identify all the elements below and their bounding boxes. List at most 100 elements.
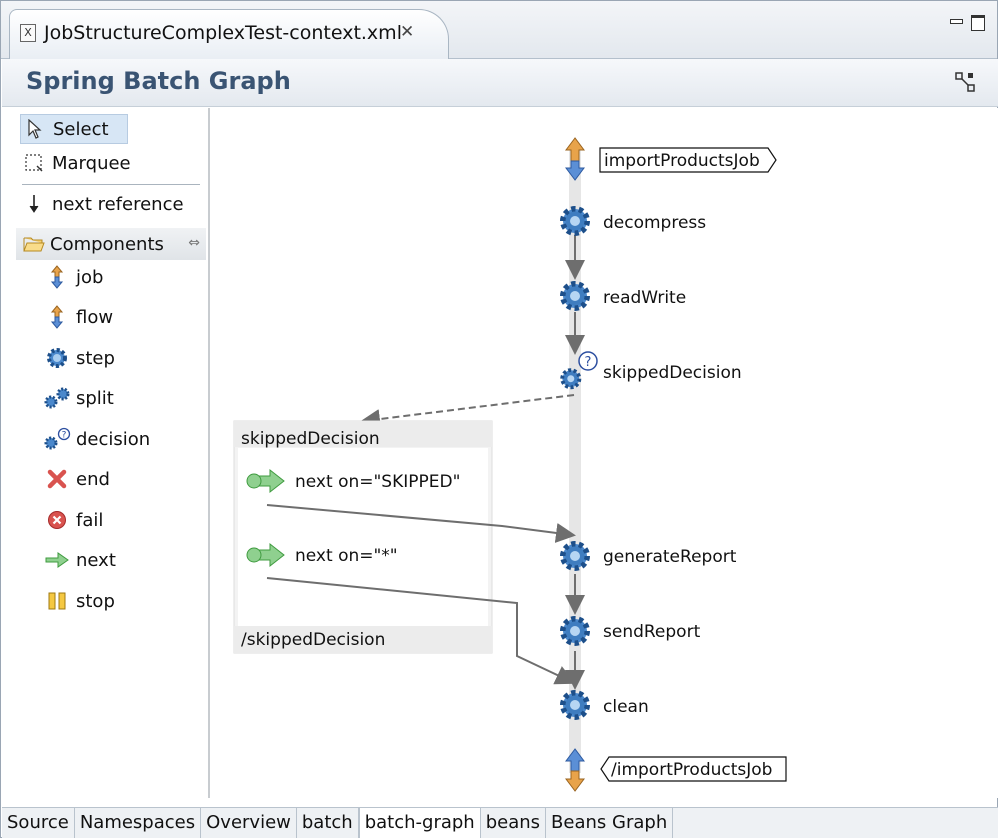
step-label: clean [603,697,649,717]
component-step[interactable]: step [42,343,115,373]
component-next[interactable]: next [42,545,116,575]
step-gear-icon [563,209,587,233]
split-gears-icon [42,384,72,412]
job-start-label: importProductsJob [604,151,760,171]
maximize-icon[interactable] [971,15,985,31]
component-fail-label: fail [76,509,104,531]
job-end-icon [565,748,585,772]
step-gear-icon [42,344,72,372]
tab-batch[interactable]: batch [296,808,359,838]
page-header: Spring Batch Graph [2,59,998,107]
step-node-generatereport[interactable]: generateReport [563,544,737,568]
decision-box-footer-label: /skippedDecision [241,630,385,650]
graph-svg: skippedDecision /skippedDecision next on… [233,137,787,792]
next-node-dot [246,473,262,489]
step-label: generateReport [603,547,737,567]
decision-box[interactable]: skippedDecision /skippedDecision next on… [233,420,493,654]
minimize-icon[interactable] [949,15,963,29]
editor-tab[interactable]: X JobStructureComplexTest-context.xml ✕ [9,9,449,59]
component-job[interactable]: job [42,262,103,292]
palette-separator [22,184,200,185]
step-node-readwrite[interactable]: readWrite [563,284,686,308]
decision-node-skippeddecision[interactable]: ? skippedDecision [562,351,742,387]
job-start-node[interactable]: importProductsJob [565,137,777,181]
tab-batch-graph[interactable]: batch-graph [358,808,481,838]
editor-tab-bar: X JobStructureComplexTest-context.xml ✕ [1,1,997,59]
stop-icon [42,587,72,615]
component-end[interactable]: end [42,464,110,494]
component-decision-label: decision [76,428,151,450]
component-flow[interactable]: flow [42,302,113,332]
decision-icon: ? [42,425,72,453]
next-reference-tool[interactable]: next reference [20,189,184,219]
job-end-icon-lower [565,770,585,792]
select-tool[interactable]: Select [20,114,128,144]
step-gear-icon [563,693,587,717]
component-stop-label: stop [76,590,115,612]
next-node-dot [246,547,262,563]
svg-text:?: ? [62,431,67,441]
step-gear-icon [563,544,587,568]
marquee-tool-label: Marquee [52,152,131,174]
component-split-label: split [76,387,114,409]
component-decision[interactable]: ? decision [42,424,150,454]
component-split[interactable]: split [42,383,114,413]
step-label: skippedDecision [603,363,742,383]
close-icon[interactable]: ✕ [400,22,414,42]
component-flow-label: flow [76,306,114,328]
select-tool-label: Select [53,118,109,140]
page-title: Spring Batch Graph [26,67,291,95]
component-job-label: job [76,266,104,288]
marquee-icon [20,151,48,175]
pin-icon[interactable]: ⇔ [188,235,200,251]
editor-page-tabs: Source Namespaces Overview batch batch-g… [2,807,998,838]
editor-tab-title: JobStructureComplexTest-context.xml [44,22,402,44]
component-fail[interactable]: fail [42,505,103,535]
step-node-clean[interactable]: clean [563,693,649,717]
auto-layout-icon[interactable] [954,71,976,93]
tab-beans-graph[interactable]: Beans Graph [546,808,674,838]
flow-icon [42,303,72,331]
step-gear-icon [563,619,587,643]
components-drawer[interactable]: Components ⇔ [16,228,206,260]
fail-icon [42,506,72,534]
tab-overview[interactable]: Overview [201,808,297,838]
xml-file-icon: X [20,24,36,42]
down-arrow-icon [20,192,48,216]
job-start-icon-lower [565,160,585,181]
job-icon [42,263,72,291]
question-mark: ? [585,355,592,370]
component-end-label: end [76,468,110,490]
folder-open-icon [20,232,48,256]
tab-beans[interactable]: beans [480,808,547,838]
step-node-sendreport[interactable]: sendReport [563,619,701,643]
next-arrow-icon [42,546,72,574]
transition-skipped-label: next on="SKIPPED" [295,472,460,492]
step-node-decompress[interactable]: decompress [563,209,706,233]
editor-window: X JobStructureComplexTest-context.xml ✕ … [0,0,998,838]
component-next-label: next [76,549,116,571]
transition-any-label: next on="*" [295,546,398,566]
arrow-pointer-icon [21,117,49,141]
decision-gear-icon [562,370,579,387]
component-stop[interactable]: stop [42,586,115,616]
components-drawer-label: Components [50,233,164,255]
step-label: readWrite [603,288,686,308]
palette: Select Marquee next reference Components… [2,108,210,798]
edge-decision-to-box [360,394,575,429]
tab-namespaces[interactable]: Namespaces [74,808,202,838]
transition-any[interactable]: next on="*" [246,542,398,568]
tab-source[interactable]: Source [2,808,75,838]
graph-canvas[interactable]: skippedDecision /skippedDecision next on… [212,108,998,798]
job-start-icon [565,137,585,162]
step-label: sendReport [603,622,701,642]
step-gear-icon [563,284,587,308]
next-reference-label: next reference [52,193,184,215]
decision-box-title: skippedDecision [241,429,380,449]
end-x-icon [42,465,72,493]
component-step-label: step [76,347,115,369]
job-end-node[interactable]: /importProductsJob [565,748,787,792]
marquee-tool[interactable]: Marquee [20,148,131,178]
step-label: decompress [603,213,706,233]
job-end-label: /importProductsJob [611,760,772,780]
